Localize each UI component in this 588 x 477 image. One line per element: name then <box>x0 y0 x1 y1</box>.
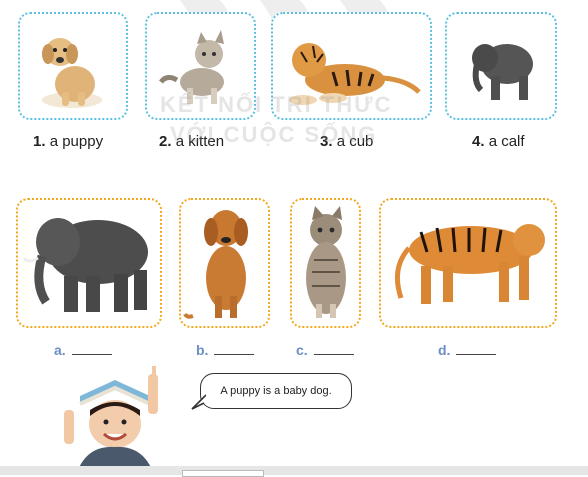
bottom-bar <box>0 466 588 475</box>
answer-blank-a[interactable]: a. <box>54 342 112 358</box>
card-calf <box>445 12 557 120</box>
puppy-image <box>42 38 102 108</box>
boy-with-book-image <box>64 366 158 475</box>
vocab-label-4: 4. a calf <box>472 133 525 150</box>
card-c-cat <box>290 198 361 328</box>
speech-text: A puppy is a baby dog. <box>220 385 332 397</box>
dog-image <box>183 210 248 319</box>
tiger-image <box>394 224 545 304</box>
answer-blank-b[interactable]: b. <box>196 342 255 358</box>
answer-blank-c[interactable]: c. <box>296 342 354 358</box>
card-puppy <box>18 12 128 120</box>
answer-line[interactable] <box>456 344 497 355</box>
answer-line[interactable] <box>214 344 255 355</box>
speech-bubble: A puppy is a baby dog. <box>200 373 352 409</box>
speech-bubble-tail <box>191 394 206 410</box>
card-b-dog <box>179 198 270 328</box>
watermark-line2: VỚI CUỘC SỐNG <box>170 122 378 147</box>
answer-blank-d[interactable]: d. <box>438 342 497 358</box>
elephant-image <box>22 218 148 312</box>
bottom-bar-tab <box>182 470 264 477</box>
answer-line[interactable] <box>313 344 354 355</box>
vocab-label-1: 1. a puppy <box>33 133 104 150</box>
answer-line[interactable] <box>71 344 112 355</box>
card-d-tiger <box>379 198 557 328</box>
watermark-line1: KẾT NỐI TRI THỨC <box>160 92 393 117</box>
card-a-elephant <box>16 198 162 328</box>
cat-image <box>306 206 346 318</box>
elephant-calf-image <box>472 44 533 100</box>
